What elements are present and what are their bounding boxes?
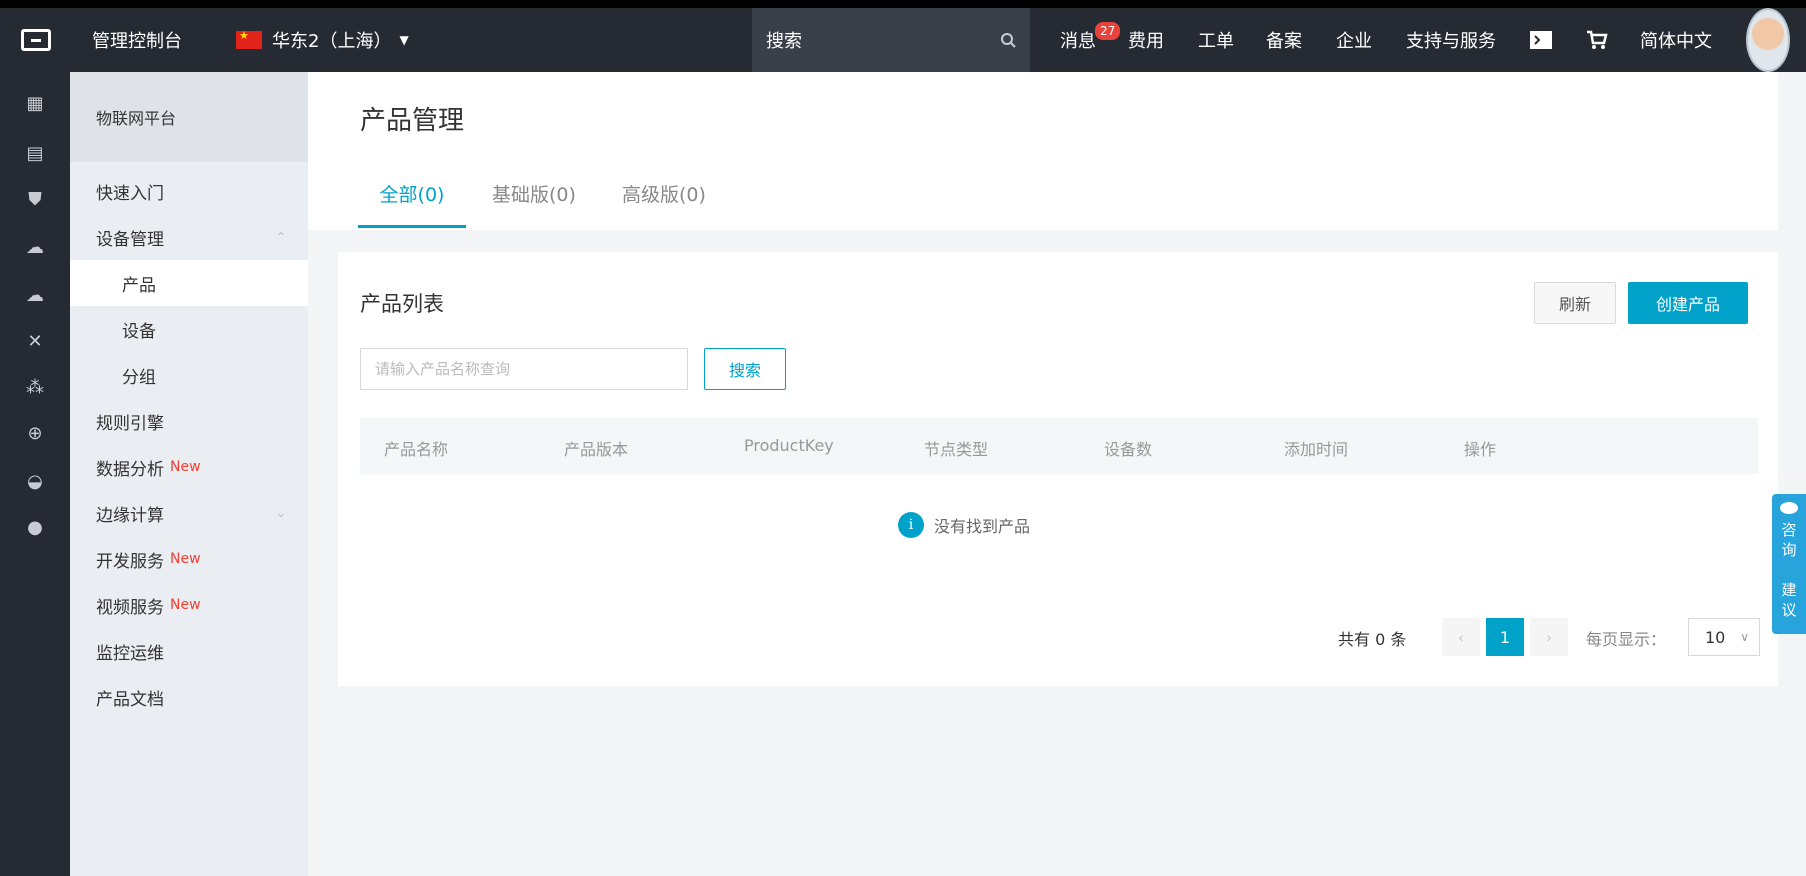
messages-badge: 27: [1095, 22, 1121, 40]
menu-item-rules-engine[interactable]: 规则引擎: [70, 398, 308, 444]
aliyun-logo[interactable]: [16, 8, 56, 72]
chat-bubble-icon: [1780, 502, 1798, 514]
tab-basic[interactable]: 基础版(0): [492, 180, 576, 228]
menu-item-device-management[interactable]: 设备管理 ⌃: [70, 214, 308, 260]
cart-icon[interactable]: [1586, 8, 1608, 72]
caret-down-icon: ▼: [399, 33, 409, 47]
column-header: 产品版本: [564, 440, 629, 459]
menu-item-dev-services[interactable]: 开发服务 New: [70, 536, 308, 582]
terminal-icon[interactable]: [1530, 8, 1552, 72]
empty-state: i 没有找到产品: [898, 512, 1030, 538]
menu-item-data-analysis[interactable]: 数据分析 New: [70, 444, 308, 490]
menu-item-devices[interactable]: 设备: [70, 306, 308, 352]
chevron-down-icon: ∨: [1740, 630, 1749, 644]
region-label: 华东2（上海）: [272, 31, 392, 52]
menu-item-products[interactable]: 产品: [70, 260, 308, 306]
total-count: 共有 0 条: [1338, 630, 1407, 649]
per-page-label: 每页显示：: [1586, 630, 1667, 649]
region-selector[interactable]: 华东2（上海） ▼: [236, 8, 409, 72]
nav-support[interactable]: 支持与服务: [1406, 8, 1496, 72]
column-header: 设备数: [1104, 440, 1153, 459]
chevron-up-icon: ⌃: [275, 230, 286, 244]
side-menu-title: 物联网平台: [70, 72, 308, 162]
page-header: 产品管理 全部(0) 基础版(0) 高级版(0): [308, 72, 1778, 230]
new-badge: New: [170, 597, 201, 613]
product-icon-rail: ▦ ▤ ⛊ ☁ ☁ ✕ ⁂ ⊕ ◒ ●: [0, 72, 70, 876]
menu-item-groups[interactable]: 分组: [70, 352, 308, 398]
page-title: 产品管理: [360, 106, 465, 136]
global-search-input[interactable]: 搜索: [752, 8, 1030, 72]
create-product-button[interactable]: 创建产品: [1628, 282, 1748, 324]
globe-icon[interactable]: ⊕: [24, 422, 46, 444]
search-placeholder: 搜索: [766, 31, 802, 52]
nav-enterprise[interactable]: 企业: [1336, 8, 1372, 72]
info-icon: i: [898, 512, 924, 538]
column-header: ProductKey: [744, 436, 834, 455]
column-header: 添加时间: [1284, 440, 1349, 459]
nav-fees[interactable]: 费用: [1128, 8, 1164, 72]
china-flag-icon: [236, 29, 262, 49]
menu-item-monitoring[interactable]: 监控运维: [70, 628, 308, 674]
prev-page-button[interactable]: ‹: [1442, 618, 1480, 656]
language-selector[interactable]: 简体中文: [1640, 8, 1712, 72]
per-page-select[interactable]: 10 ∨: [1688, 618, 1760, 656]
product-search-input[interactable]: [360, 348, 688, 390]
grid-icon[interactable]: ▦: [24, 92, 46, 114]
next-page-button[interactable]: ›: [1530, 618, 1568, 656]
new-badge: New: [170, 551, 201, 567]
shield-icon[interactable]: ⛊: [24, 188, 46, 210]
menu-item-docs[interactable]: 产品文档: [70, 674, 308, 720]
side-menu: 物联网平台 快速入门 设备管理 ⌃ 产品 设备 分组 规则引擎 数据分析 New 边…: [70, 72, 308, 876]
user-avatar[interactable]: [1746, 8, 1790, 72]
column-header: 产品名称: [384, 440, 449, 459]
new-badge: New: [170, 459, 201, 475]
circle-icon[interactable]: ●: [24, 516, 46, 538]
nav-icp[interactable]: 备案: [1266, 8, 1302, 72]
top-navbar: 管理控制台 华东2（上海） ▼ 搜索 消息 27 费用 工单 备案 企业 支持与…: [0, 8, 1806, 72]
refresh-button[interactable]: 刷新: [1534, 282, 1616, 324]
cloud-icon[interactable]: ☁: [24, 236, 46, 258]
messages-link[interactable]: 消息: [1060, 8, 1096, 72]
feedback-tab[interactable]: 咨 询 · 建 议: [1772, 494, 1806, 634]
menu-item-video-services[interactable]: 视频服务 New: [70, 582, 308, 628]
per-page-value: 10: [1705, 627, 1726, 647]
server-icon[interactable]: ▤: [24, 142, 46, 164]
product-list-card: 产品列表 刷新 创建产品 搜索 产品名称 产品版本 ProductKey 节点类…: [338, 252, 1778, 686]
cloud-upload-icon[interactable]: ☁: [24, 284, 46, 306]
tools-icon[interactable]: ✕: [24, 330, 46, 352]
tab-all[interactable]: 全部(0): [358, 180, 466, 228]
main-content: 产品管理 全部(0) 基础版(0) 高级版(0) 产品列表 刷新 创建产品 搜索…: [308, 72, 1806, 876]
card-title: 产品列表: [360, 292, 444, 316]
empty-message: 没有找到产品: [934, 517, 1031, 536]
table-header: 产品名称 产品版本 ProductKey 节点类型 设备数 添加时间 操作: [360, 418, 1758, 474]
apple-icon[interactable]: ◒: [24, 470, 46, 492]
nav-tickets[interactable]: 工单: [1198, 8, 1234, 72]
menu-item-edge-computing[interactable]: 边缘计算 ⌄: [70, 490, 308, 536]
console-link[interactable]: 管理控制台: [92, 8, 182, 72]
column-header: 操作: [1464, 440, 1497, 459]
tab-advanced[interactable]: 高级版(0): [622, 180, 706, 228]
menu-item-quickstart[interactable]: 快速入门: [70, 168, 308, 214]
network-icon[interactable]: ⁂: [24, 376, 46, 398]
chevron-down-icon: ⌄: [275, 506, 286, 520]
column-header: 节点类型: [924, 440, 989, 459]
page-1-button[interactable]: 1: [1486, 618, 1524, 656]
search-icon[interactable]: [1000, 32, 1016, 48]
search-button[interactable]: 搜索: [704, 348, 786, 390]
